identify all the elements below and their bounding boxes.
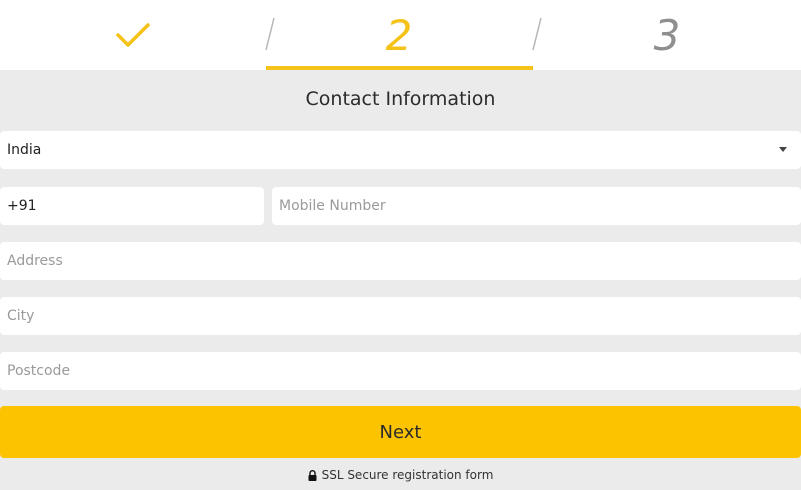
city-field[interactable]	[0, 297, 801, 335]
ssl-notice: SSL Secure registration form	[0, 468, 801, 482]
mobile-number-field[interactable]	[272, 187, 801, 225]
section-title: Contact Information	[305, 88, 496, 110]
country-select[interactable]: India	[0, 131, 801, 169]
country-value: India	[7, 142, 42, 158]
next-button[interactable]: Next	[0, 406, 801, 458]
address-input[interactable]	[7, 242, 801, 280]
active-step-underline	[266, 66, 533, 70]
registration-stepper: 2 3	[0, 0, 801, 70]
city-input[interactable]	[7, 297, 801, 335]
step-2-active[interactable]: 2	[266, 0, 532, 70]
phone-code-field[interactable]	[0, 187, 264, 225]
step-2-number: 2	[385, 11, 413, 60]
lock-icon	[308, 469, 317, 481]
step-1-completed[interactable]	[0, 0, 266, 70]
ssl-text: SSL Secure registration form	[321, 468, 494, 482]
step-3-number: 3	[653, 11, 681, 60]
postcode-field[interactable]	[0, 352, 801, 390]
check-icon	[116, 22, 150, 48]
postcode-input[interactable]	[7, 352, 801, 390]
address-field[interactable]	[0, 242, 801, 280]
phone-code-input[interactable]	[7, 187, 264, 225]
mobile-number-input[interactable]	[279, 187, 801, 225]
step-3-upcoming[interactable]: 3	[533, 0, 801, 70]
dropdown-arrow-icon	[779, 147, 787, 152]
